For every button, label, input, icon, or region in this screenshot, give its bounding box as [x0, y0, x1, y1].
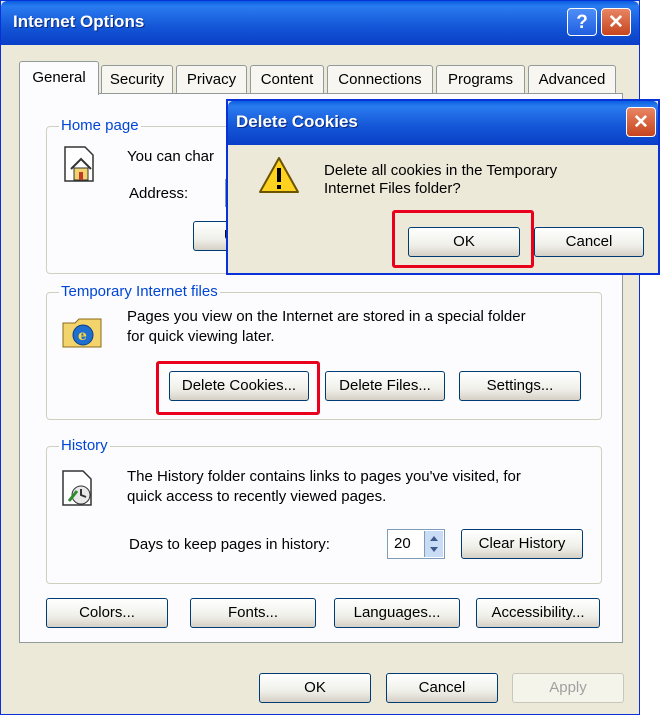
help-button[interactable]: ?	[567, 8, 597, 36]
tab-security[interactable]: Security	[101, 65, 173, 94]
home-page-icon	[64, 146, 94, 182]
home-page-description: You can char	[127, 148, 215, 165]
history-label: History	[59, 437, 110, 454]
dialog-cancel-button[interactable]: Cancel	[534, 227, 644, 257]
dialog-message-line2: Internet Files folder?	[324, 180, 461, 197]
days-value: 20	[394, 535, 411, 552]
settings-button[interactable]: Settings...	[459, 371, 581, 401]
history-desc-line1: The History folder contains links to pag…	[127, 468, 521, 485]
colors-button[interactable]: Colors...	[46, 598, 168, 628]
tab-advanced[interactable]: Advanced	[528, 65, 616, 94]
accessibility-button[interactable]: Accessibility...	[476, 598, 600, 628]
tab-general[interactable]: General	[19, 61, 99, 95]
close-button[interactable]: ✕	[601, 8, 631, 36]
ok-button[interactable]: OK	[259, 673, 371, 703]
languages-button[interactable]: Languages...	[334, 598, 460, 628]
tab-connections[interactable]: Connections	[327, 65, 433, 94]
cancel-button[interactable]: Cancel	[386, 673, 498, 703]
dialog-close-button[interactable]: ✕	[626, 107, 656, 137]
delete-cookies-highlight	[156, 361, 320, 415]
days-spinner[interactable]: 20	[387, 529, 445, 559]
svg-text:e: e	[78, 328, 87, 344]
address-label: Address:	[129, 185, 189, 202]
tab-programs[interactable]: Programs	[436, 65, 525, 94]
temp-files-group: Temporary Internet files e Pages you vie…	[46, 283, 602, 420]
clear-history-button[interactable]: Clear History	[461, 529, 583, 559]
history-desc-line2: quick access to recently viewed pages.	[127, 488, 387, 505]
dialog-ok-highlight	[392, 210, 534, 268]
temp-files-desc-line2: for quick viewing later.	[127, 328, 275, 345]
home-page-label: Home page	[59, 117, 141, 134]
window-titlebar[interactable]: Internet Options ? ✕	[1, 1, 639, 45]
history-group: History The History folder contains link…	[46, 437, 602, 584]
apply-button[interactable]: Apply	[512, 673, 624, 703]
tab-content[interactable]: Content	[250, 65, 324, 94]
warning-icon	[259, 157, 299, 193]
spinner-arrows[interactable]	[424, 531, 443, 557]
tab-privacy[interactable]: Privacy	[176, 65, 247, 94]
temp-files-desc-line1: Pages you view on the Internet are store…	[127, 308, 526, 325]
window-title: Internet Options	[13, 12, 145, 31]
temp-files-label: Temporary Internet files	[59, 283, 220, 300]
dialog-title: Delete Cookies	[236, 112, 358, 131]
delete-files-button[interactable]: Delete Files...	[325, 371, 445, 401]
fonts-button[interactable]: Fonts...	[190, 598, 316, 628]
temp-files-icon: e	[62, 318, 102, 348]
dialog-message-line1: Delete all cookies in the Temporary	[324, 162, 558, 179]
dialog-titlebar[interactable]: Delete Cookies ✕	[228, 101, 658, 145]
days-label: Days to keep pages in history:	[129, 536, 330, 553]
history-icon	[62, 470, 92, 506]
spinner-arrows-icon	[430, 536, 438, 552]
